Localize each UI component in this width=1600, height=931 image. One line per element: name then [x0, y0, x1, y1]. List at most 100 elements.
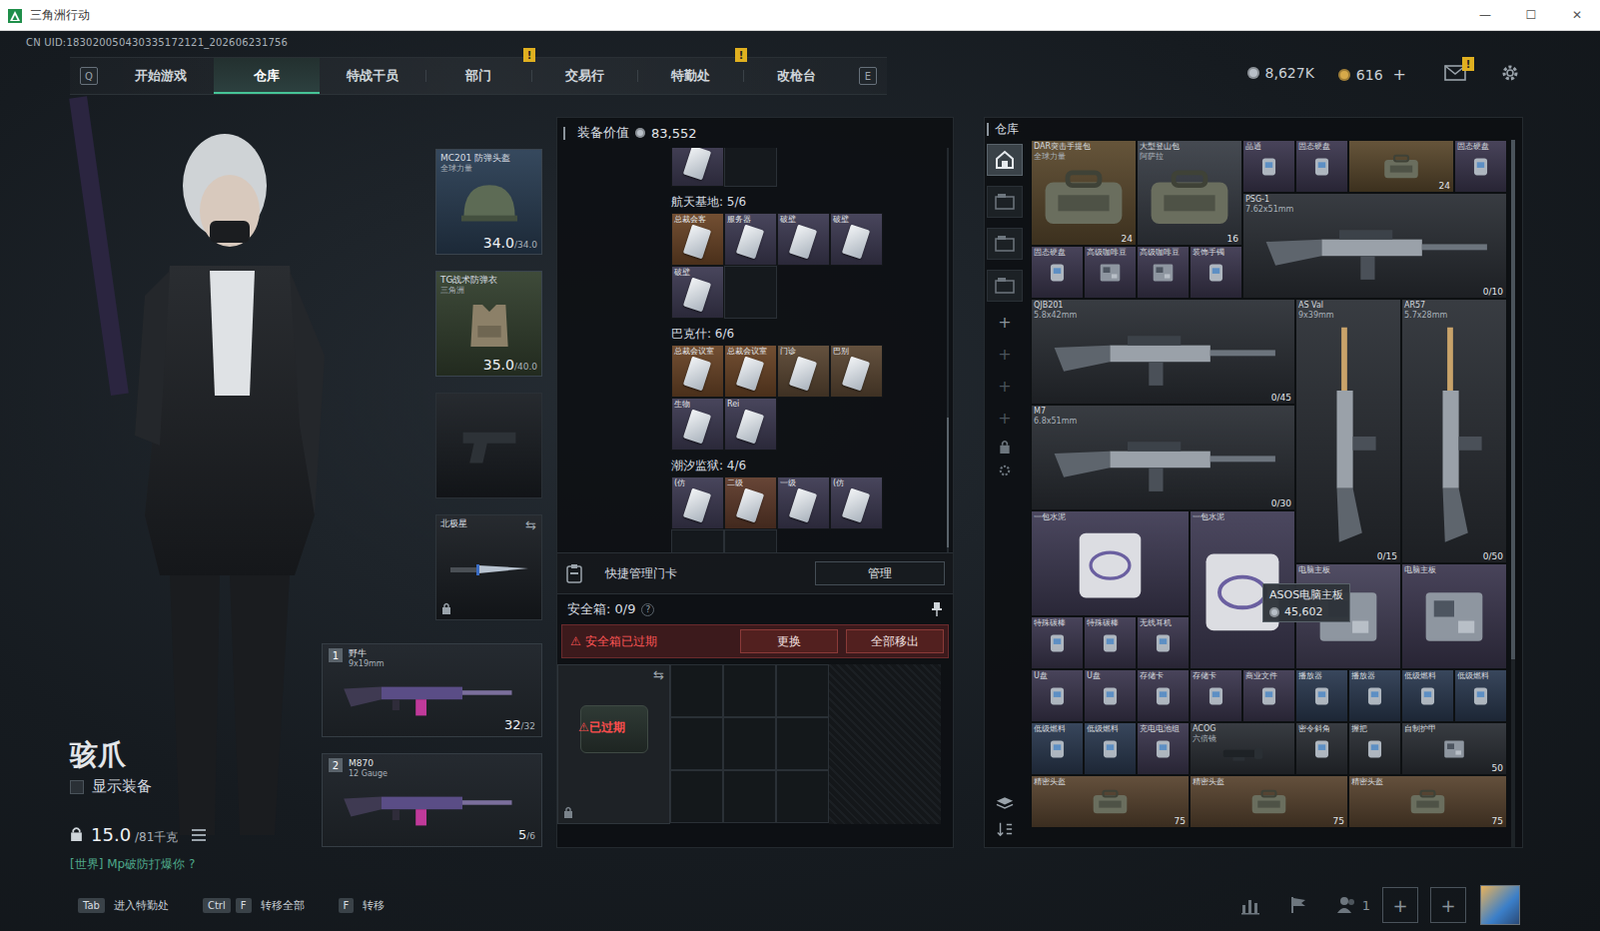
storage-item[interactable]: U盘: [1083, 669, 1137, 723]
keycard[interactable]: 门诊: [777, 344, 830, 398]
add-storage-icon[interactable]: +: [997, 311, 1011, 334]
weapon-slot[interactable]: 2 M870 12 Gauge 5/6: [321, 753, 543, 847]
world-chat-line[interactable]: [世界] Mp破防打爆你 ?: [69, 855, 322, 873]
window-control-button[interactable]: —: [1462, 0, 1509, 30]
add-storage-icon[interactable]: +: [997, 343, 1011, 366]
storage-item[interactable]: PSG-1 7.62x51mm 0/10: [1242, 192, 1508, 299]
swap-icon[interactable]: ⇆: [653, 667, 665, 683]
keycard[interactable]: [671, 147, 725, 187]
storage-item[interactable]: 高级咖啡豆: [1136, 245, 1190, 299]
mail-button[interactable]: !: [1444, 64, 1467, 85]
storage-item[interactable]: 装饰手镯: [1189, 245, 1243, 299]
scrollbar[interactable]: [1511, 139, 1516, 847]
storage-item[interactable]: 电脑主板: [1401, 563, 1508, 670]
melee-slot[interactable]: 北极星 ⇆: [435, 514, 543, 621]
nav-tab[interactable]: 部门 !: [425, 57, 532, 94]
nav-tab[interactable]: 特勤处 !: [637, 57, 744, 94]
storage-item[interactable]: 固态硬盘: [1030, 245, 1084, 299]
storage-tab[interactable]: [986, 143, 1023, 176]
keycard[interactable]: 服务器: [724, 212, 778, 266]
key-hint[interactable]: Tab 进入特勤处: [77, 897, 169, 913]
safe-box-cell[interactable]: [723, 664, 777, 718]
pistol-slot[interactable]: [435, 392, 543, 499]
keycard-slot[interactable]: [724, 529, 778, 553]
nav-tab[interactable]: 改枪台: [743, 57, 849, 94]
swap-icon[interactable]: ⇆: [525, 517, 537, 533]
storage-tab[interactable]: [986, 269, 1023, 302]
storage-item[interactable]: 精密头盔 75: [1348, 775, 1508, 828]
team-invite-slot[interactable]: +: [1382, 886, 1419, 923]
storage-item[interactable]: 一包水泥: [1030, 510, 1190, 617]
storage-item[interactable]: DAR突击手提包 全球力量 24: [1030, 139, 1137, 246]
storage-item[interactable]: AR57 5.7x28mm 0/50: [1401, 298, 1508, 564]
nav-prev-key[interactable]: Q: [79, 66, 98, 85]
keycard[interactable]: 生物: [671, 397, 725, 451]
nav-tab[interactable]: 开始游戏: [107, 57, 214, 94]
keycard[interactable]: 二级: [724, 476, 778, 530]
helmet-slot[interactable]: MC201 防弹头盔 全球力量 34.0/34.0: [435, 148, 543, 255]
storage-item[interactable]: 自制护甲 50: [1401, 722, 1508, 776]
storage-tab[interactable]: [986, 227, 1023, 260]
storage-item[interactable]: 低级燃料: [1454, 669, 1508, 723]
keycard-slot[interactable]: [724, 147, 778, 187]
add-storage-icon[interactable]: +: [997, 375, 1011, 398]
weapon-slot[interactable]: 1 野牛 9x19mm 32/32: [321, 643, 543, 738]
keycard[interactable]: 一级: [777, 476, 830, 530]
settings-gear-icon[interactable]: [1500, 62, 1521, 83]
storage-item[interactable]: U盘: [1030, 669, 1084, 723]
window-control-button[interactable]: ✕: [1554, 0, 1600, 30]
stats-icon[interactable]: [1240, 894, 1261, 915]
safe-box-cell[interactable]: [723, 717, 777, 771]
storage-item[interactable]: 低级燃料: [1083, 722, 1137, 776]
nav-tab[interactable]: 仓库: [213, 57, 320, 94]
team-invite-slot[interactable]: +: [1430, 886, 1467, 923]
keycard[interactable]: 总裁会客: [671, 212, 725, 266]
safe-box-cell[interactable]: [776, 770, 829, 823]
safe-box-action-button[interactable]: 更换: [740, 629, 838, 654]
storage-item[interactable]: 无线耳机: [1136, 616, 1190, 670]
flag-icon[interactable]: [1288, 894, 1309, 915]
nav-tab[interactable]: 交易行: [531, 57, 638, 94]
storage-item[interactable]: 存储卡: [1189, 669, 1243, 723]
storage-item[interactable]: 晶通: [1242, 139, 1296, 193]
layers-icon[interactable]: [995, 796, 1014, 811]
list-icon[interactable]: [191, 828, 206, 841]
storage-item[interactable]: 固态硬盘: [1295, 139, 1349, 193]
keycard[interactable]: Rei: [724, 397, 778, 451]
storage-item[interactable]: 固态硬盘: [1454, 139, 1508, 193]
armor-slot[interactable]: TG战术防弹衣 三角洲 35.0/40.0: [435, 270, 543, 377]
key-hint[interactable]: F 转移: [338, 897, 386, 913]
storage-item[interactable]: 播放器: [1295, 669, 1349, 723]
team-count[interactable]: 1: [1336, 894, 1371, 915]
storage-item[interactable]: 低级燃料: [1401, 669, 1455, 723]
add-storage-icon[interactable]: +: [997, 407, 1011, 430]
storage-item[interactable]: QJB201 5.8x42mm 0/45: [1030, 298, 1296, 405]
safe-box-cell[interactable]: [776, 717, 829, 771]
safe-box-cell[interactable]: [670, 717, 724, 771]
scrollbar[interactable]: [946, 147, 949, 553]
storage-item[interactable]: 播放器: [1348, 669, 1402, 723]
safe-box-cell[interactable]: [776, 664, 829, 718]
key-hint[interactable]: CtrlF 转移全部: [202, 897, 305, 913]
safe-box-action-button[interactable]: 全部移出: [845, 629, 944, 654]
keycard[interactable]: 总裁会议室: [724, 344, 778, 398]
storage-item[interactable]: 商业文件: [1242, 669, 1296, 723]
lock-icon[interactable]: [998, 439, 1011, 454]
storage-item[interactable]: 大型登山包 阿萨拉 16: [1136, 139, 1243, 246]
keycard[interactable]: 破壁: [671, 265, 725, 319]
storage-item[interactable]: ACOG 六倍镜: [1189, 722, 1296, 776]
keycard[interactable]: 总裁会议室: [671, 344, 725, 398]
nav-next-key[interactable]: E: [858, 66, 877, 85]
storage-item[interactable]: M7 6.8x51mm 0/30: [1030, 404, 1296, 511]
nav-tab[interactable]: 特战干员: [319, 57, 426, 94]
storage-item[interactable]: 精密头盔 75: [1189, 775, 1349, 828]
keycard[interactable]: 破壁: [777, 212, 830, 266]
storage-item[interactable]: AS Val 9x39mm 0/15: [1295, 298, 1402, 564]
add-currency-button[interactable]: +: [1389, 64, 1407, 84]
keycard[interactable]: (仿: [829, 476, 883, 530]
storage-tab[interactable]: [986, 185, 1023, 218]
storage-item[interactable]: 24: [1348, 139, 1455, 193]
storage-item[interactable]: 特殊碳棒: [1083, 616, 1137, 670]
pin-icon[interactable]: [930, 602, 943, 617]
safe-box-slot[interactable]: ⇆ ⚠已过期: [557, 664, 671, 824]
